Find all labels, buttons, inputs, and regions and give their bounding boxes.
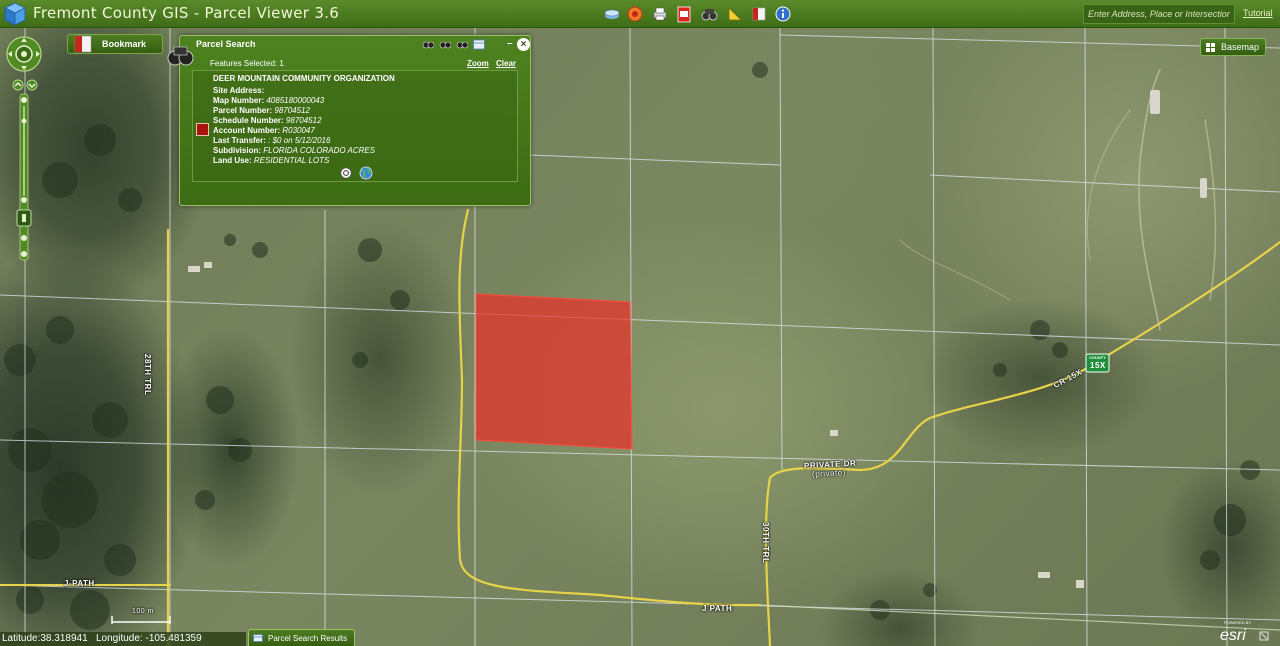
powered-by-text: POWERED BY [1224, 620, 1251, 625]
esri-logo[interactable]: POWERED BY esri [1212, 616, 1270, 644]
identify-icon[interactable] [700, 5, 718, 23]
owner-name: DEER MOUNTAIN COMMUNITY ORGANIZATION [213, 74, 395, 83]
parcel-number-value: 98704512 [274, 106, 310, 115]
last-transfer-value: : $0 on 5/12/2016 [268, 136, 331, 145]
layers-icon[interactable] [603, 5, 621, 23]
map-navigation-control[interactable] [4, 36, 44, 266]
parcel-search-results-tab[interactable]: Parcel Search Results [248, 629, 355, 646]
zoom-slider[interactable] [16, 93, 32, 261]
app-header: Fremont County GIS - Parcel Viewer 3.6 T… [0, 0, 1280, 28]
search-by-parcel-icon[interactable] [439, 39, 451, 50]
schedule-number-row: Schedule Number: 98704512 [213, 116, 322, 125]
parcel-number-label: Parcel Number: [213, 106, 273, 115]
subdivision-label: Subdivision: [213, 146, 261, 155]
parcel-search-panel: Parcel Search – × Features Selected: 1 Z… [167, 35, 531, 206]
map-number-label: Map Number: [213, 96, 265, 105]
map-number-value: 4085180000043 [266, 96, 325, 105]
zoom-link[interactable]: Zoom [467, 59, 489, 68]
bookmark-icon[interactable] [750, 5, 768, 23]
subdivision-row: Subdivision: FLORIDA COLORADO ACRES [213, 146, 375, 155]
site-address-row: Site Address: [213, 86, 264, 95]
binoculars-icon [167, 46, 194, 66]
results-tab-label: Parcel Search Results [268, 633, 348, 643]
measure-icon[interactable] [726, 5, 744, 23]
account-number-row: Account Number: R030047 [213, 126, 315, 135]
last-transfer-row: Last Transfer: : $0 on 5/12/2016 [213, 136, 330, 145]
road-label-private-sub: (private) [811, 468, 847, 479]
scale-bar-shape [111, 616, 171, 624]
latitude-value: 38.318941 [40, 633, 88, 644]
globe-icon[interactable] [359, 166, 373, 180]
tutorial-link[interactable]: Tutorial [1243, 8, 1273, 18]
pdf-icon[interactable] [675, 5, 693, 23]
longitude-label: Longitude: [96, 633, 143, 644]
clear-link[interactable]: Clear [496, 59, 516, 68]
close-button[interactable]: × [517, 38, 530, 51]
record-icon[interactable] [626, 5, 644, 23]
app-title: Fremont County GIS - Parcel Viewer 3.6 [33, 4, 340, 22]
info-icon[interactable] [774, 5, 792, 23]
bookmark-button[interactable]: Bookmark [67, 34, 163, 54]
zoom-out-icon[interactable] [26, 79, 38, 91]
account-number-label: Account Number: [213, 126, 281, 135]
panel-title: Parcel Search [196, 39, 256, 49]
app-logo-icon [4, 2, 26, 26]
land-use-label: Land Use: [213, 156, 252, 165]
bookmark-label: Bookmark [102, 39, 147, 49]
road-label-j-path-left: J-PATH [64, 579, 95, 588]
longitude-value: -105.481359 [145, 633, 202, 644]
table-icon [253, 634, 263, 642]
county-sign-number: 15X [1090, 361, 1106, 370]
zoom-to-parcel-icon[interactable] [340, 167, 352, 179]
road-label-30th-trl: 30TH TRL [761, 522, 770, 564]
print-icon[interactable] [651, 5, 669, 23]
minimize-button[interactable]: – [507, 38, 513, 49]
zoom-in-icon[interactable] [12, 79, 24, 91]
site-address-label: Site Address: [213, 86, 265, 95]
map-number-row: Map Number: 4085180000043 [213, 96, 324, 105]
coordinate-readout: Latitude:38.318941 Longitude: -105.48135… [0, 632, 246, 646]
schedule-number-value: 98704512 [285, 116, 322, 125]
features-selected-count: Features Selected: 1 [210, 59, 284, 68]
parcel-color-swatch [196, 123, 209, 136]
land-use-value: RESIDENTIAL LOTS [253, 156, 330, 165]
basemap-button[interactable]: Basemap [1200, 38, 1266, 56]
last-transfer-label: Last Transfer: [213, 136, 266, 145]
esri-brand-text: esri [1220, 627, 1246, 644]
table-view-icon[interactable] [473, 39, 485, 50]
county-sign-top: COUNTY [1089, 355, 1106, 360]
search-input[interactable] [1083, 4, 1235, 24]
scale-label: 100 m [132, 608, 154, 615]
latitude-label: Latitude: [2, 633, 41, 644]
search-by-owner-icon[interactable] [422, 39, 434, 50]
parcel-result-card[interactable]: DEER MOUNTAIN COMMUNITY ORGANIZATION Sit… [192, 70, 518, 182]
subdivision-value: FLORIDA COLORADO ACRES [263, 146, 376, 155]
land-use-row: Land Use: RESIDENTIAL LOTS [213, 156, 329, 165]
grid-icon [1206, 42, 1215, 52]
parcel-number-row: Parcel Number: 98704512 [213, 106, 310, 115]
search-by-address-icon[interactable] [456, 39, 468, 50]
schedule-number-label: Schedule Number: [213, 116, 284, 125]
road-label-28th-trl: 28TH TRL [143, 354, 152, 396]
account-number-value: R030047 [282, 126, 315, 135]
selected-parcel[interactable] [475, 293, 633, 450]
basemap-label: Basemap [1221, 42, 1260, 52]
road-label-j-path-bottom: J PATH [702, 604, 733, 613]
bookmark-book-icon [74, 35, 92, 53]
pan-control[interactable] [6, 36, 42, 72]
